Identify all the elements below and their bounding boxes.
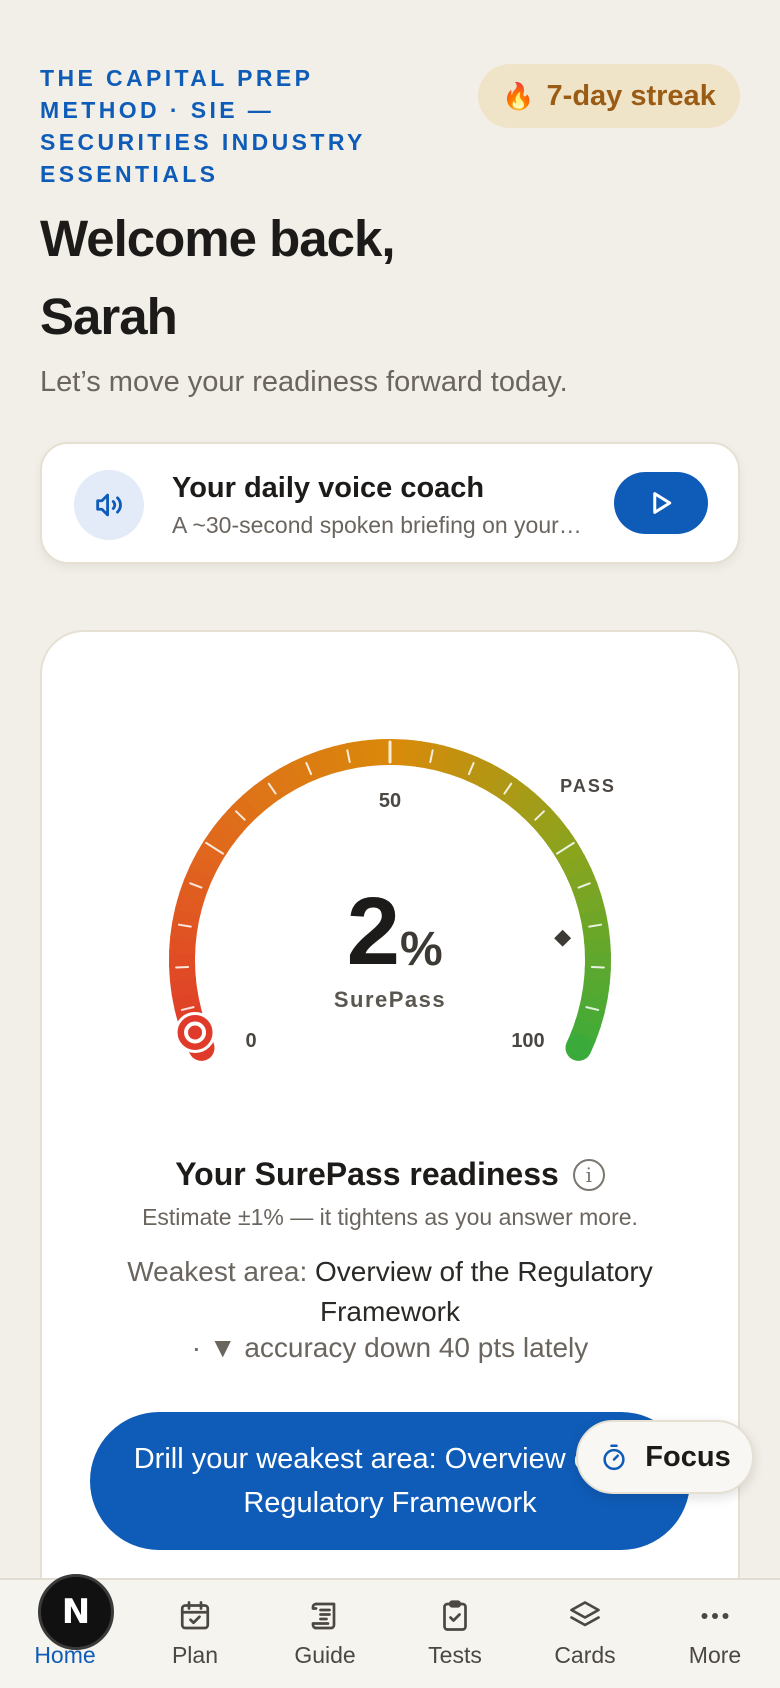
tab-label-tests: Tests xyxy=(428,1642,482,1668)
tab-cards[interactable]: Cards xyxy=(520,1580,650,1688)
tab-plan[interactable]: Plan xyxy=(130,1580,260,1688)
tab-label-guide: Guide xyxy=(294,1642,356,1668)
tab-guide[interactable]: Guide xyxy=(260,1580,390,1688)
tab-label-cards: Cards xyxy=(554,1642,616,1668)
focus-button[interactable]: Focus xyxy=(576,1420,754,1494)
clipboard-check-icon xyxy=(435,1596,475,1636)
gauge-percent-sign: % xyxy=(400,923,443,976)
weakest-area: Weakest area: Overview of the Regulatory… xyxy=(100,1252,680,1332)
readiness-estimate: Estimate ±1% — it tightens as you answer… xyxy=(142,1204,638,1230)
more-icon xyxy=(695,1596,735,1636)
tab-more[interactable]: More xyxy=(650,1580,780,1688)
gauge-arc-cap xyxy=(565,1034,592,1061)
gauge-max-label: 100 xyxy=(511,1030,544,1052)
gauge-min-label: 0 xyxy=(245,1030,256,1052)
tab-label-plan: Plan xyxy=(171,1642,219,1668)
bottom-tab-bar: Home Plan Guide Tests Cards More xyxy=(0,1578,780,1688)
readiness-title: Your SurePass readiness xyxy=(175,1156,559,1192)
layers-icon xyxy=(565,1596,605,1636)
weakest-area-name: Overview of the Regulatory Framework xyxy=(315,1256,653,1327)
calendar-icon xyxy=(175,1596,215,1636)
info-icon[interactable]: i xyxy=(572,1158,605,1191)
focus-label: Focus xyxy=(645,1440,731,1473)
pass-label: PASS xyxy=(560,776,616,796)
accuracy-trend: · ▼ accuracy down 40 pts lately xyxy=(191,1332,589,1363)
tab-tests[interactable]: Tests xyxy=(390,1580,520,1688)
dev-badge[interactable]: N xyxy=(38,1574,114,1650)
gauge-mid-label: 50 xyxy=(379,790,401,812)
weakest-prefix: Weakest area: xyxy=(127,1256,316,1287)
tab-label-more: More xyxy=(688,1642,742,1668)
stopwatch-icon xyxy=(603,1444,625,1471)
readiness-heading: Your SurePass readiness i xyxy=(0,1156,780,1193)
gauge-value: 2 xyxy=(347,878,400,985)
scroll-icon xyxy=(305,1596,345,1636)
pass-marker xyxy=(554,929,572,947)
gauge-label: SurePass xyxy=(334,987,446,1012)
surepass-gauge: 2 % SurePass 0 50 100 PASS xyxy=(164,734,616,1061)
gauge-value-indicator xyxy=(174,1012,216,1054)
